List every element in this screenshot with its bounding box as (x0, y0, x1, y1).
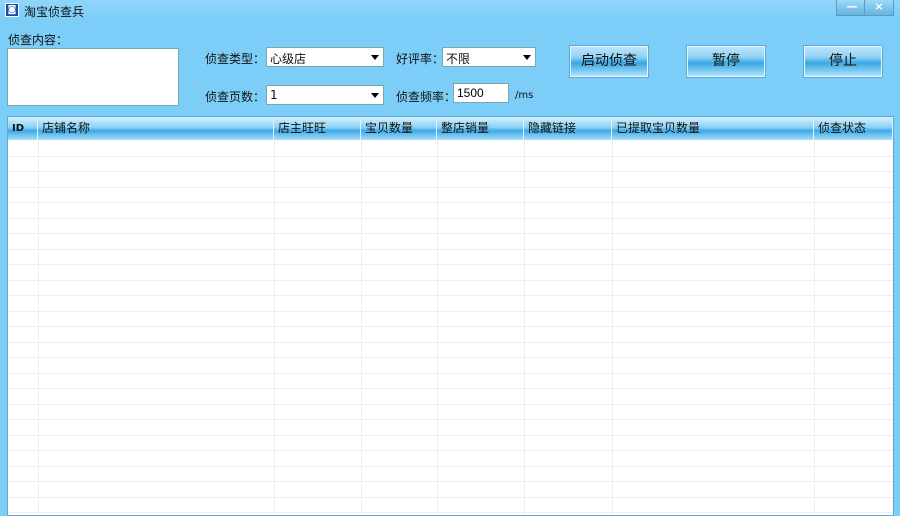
table-row (8, 357, 893, 358)
type-select[interactable]: 心级店 (266, 47, 384, 67)
type-label: 侦查类型： (205, 52, 266, 66)
column-header-status[interactable]: 侦查状态 (814, 117, 893, 140)
window-title: 淘宝侦查兵 (24, 5, 85, 19)
chevron-down-icon (523, 55, 531, 60)
table-header: ID 店铺名称 店主旺旺 宝贝数量 整店销量 隐藏链接 已提取宝贝数量 侦查状态 (8, 117, 893, 140)
column-divider (612, 140, 613, 515)
chevron-down-icon (371, 55, 379, 60)
stop-button[interactable]: 停止 (803, 45, 883, 78)
rating-label: 好评率： (396, 52, 445, 66)
table-row (8, 155, 893, 157)
table-row (8, 481, 893, 482)
table-row (8, 233, 893, 234)
column-divider (361, 140, 362, 515)
table-row (8, 434, 893, 436)
start-button[interactable]: 启动侦查 (569, 45, 649, 78)
content-label: 侦查内容： (8, 33, 69, 47)
table-row (8, 295, 893, 296)
table-row (8, 341, 893, 343)
table-row (8, 202, 893, 203)
chevron-down-icon (371, 93, 379, 98)
rating-select[interactable]: 不限 (442, 47, 536, 67)
title-bar (0, 0, 900, 20)
rating-value: 不限 (446, 52, 471, 66)
column-header-shop-name[interactable]: 店铺名称 (38, 117, 274, 140)
column-divider (524, 140, 525, 515)
column-divider (38, 140, 39, 515)
table-row (8, 419, 893, 420)
column-divider (437, 140, 438, 515)
column-header-item-count[interactable]: 宝贝数量 (361, 117, 437, 140)
table-row (8, 388, 893, 389)
freq-label: 侦查频率： (396, 90, 457, 104)
table-row (8, 171, 893, 172)
table-row (8, 248, 893, 250)
table-row (8, 403, 893, 405)
table-row (8, 496, 893, 498)
table-row (8, 264, 893, 265)
column-header-owner[interactable]: 店主旺旺 (274, 117, 361, 140)
table-row (8, 217, 893, 219)
column-header-sales[interactable]: 整店销量 (437, 117, 524, 140)
column-header-extracted[interactable]: 已提取宝贝数量 (612, 117, 814, 140)
table-row (8, 326, 893, 327)
app-icon: ◙ (5, 3, 19, 17)
pages-select[interactable]: 1 (266, 85, 384, 105)
column-header-id[interactable]: ID (8, 117, 38, 140)
type-value: 心级店 (270, 52, 307, 66)
table-row (8, 310, 893, 312)
content-input[interactable] (7, 48, 179, 106)
table-row (8, 372, 893, 374)
close-button[interactable]: × (864, 0, 894, 16)
column-header-hidden-link[interactable]: 隐藏链接 (524, 117, 612, 140)
table-row (8, 450, 893, 451)
results-table[interactable]: ID 店铺名称 店主旺旺 宝贝数量 整店销量 隐藏链接 已提取宝贝数量 侦查状态 (7, 116, 894, 516)
pages-label: 侦查页数： (205, 90, 266, 104)
table-row (8, 465, 893, 467)
column-divider (274, 140, 275, 515)
table-row (8, 186, 893, 188)
table-row (8, 279, 893, 281)
table-row (8, 512, 893, 513)
column-divider (814, 140, 815, 515)
pages-value: 1 (270, 88, 278, 102)
freq-input[interactable] (453, 83, 509, 103)
freq-unit: /ms (515, 90, 534, 101)
pause-button[interactable]: 暂停 (686, 45, 766, 78)
